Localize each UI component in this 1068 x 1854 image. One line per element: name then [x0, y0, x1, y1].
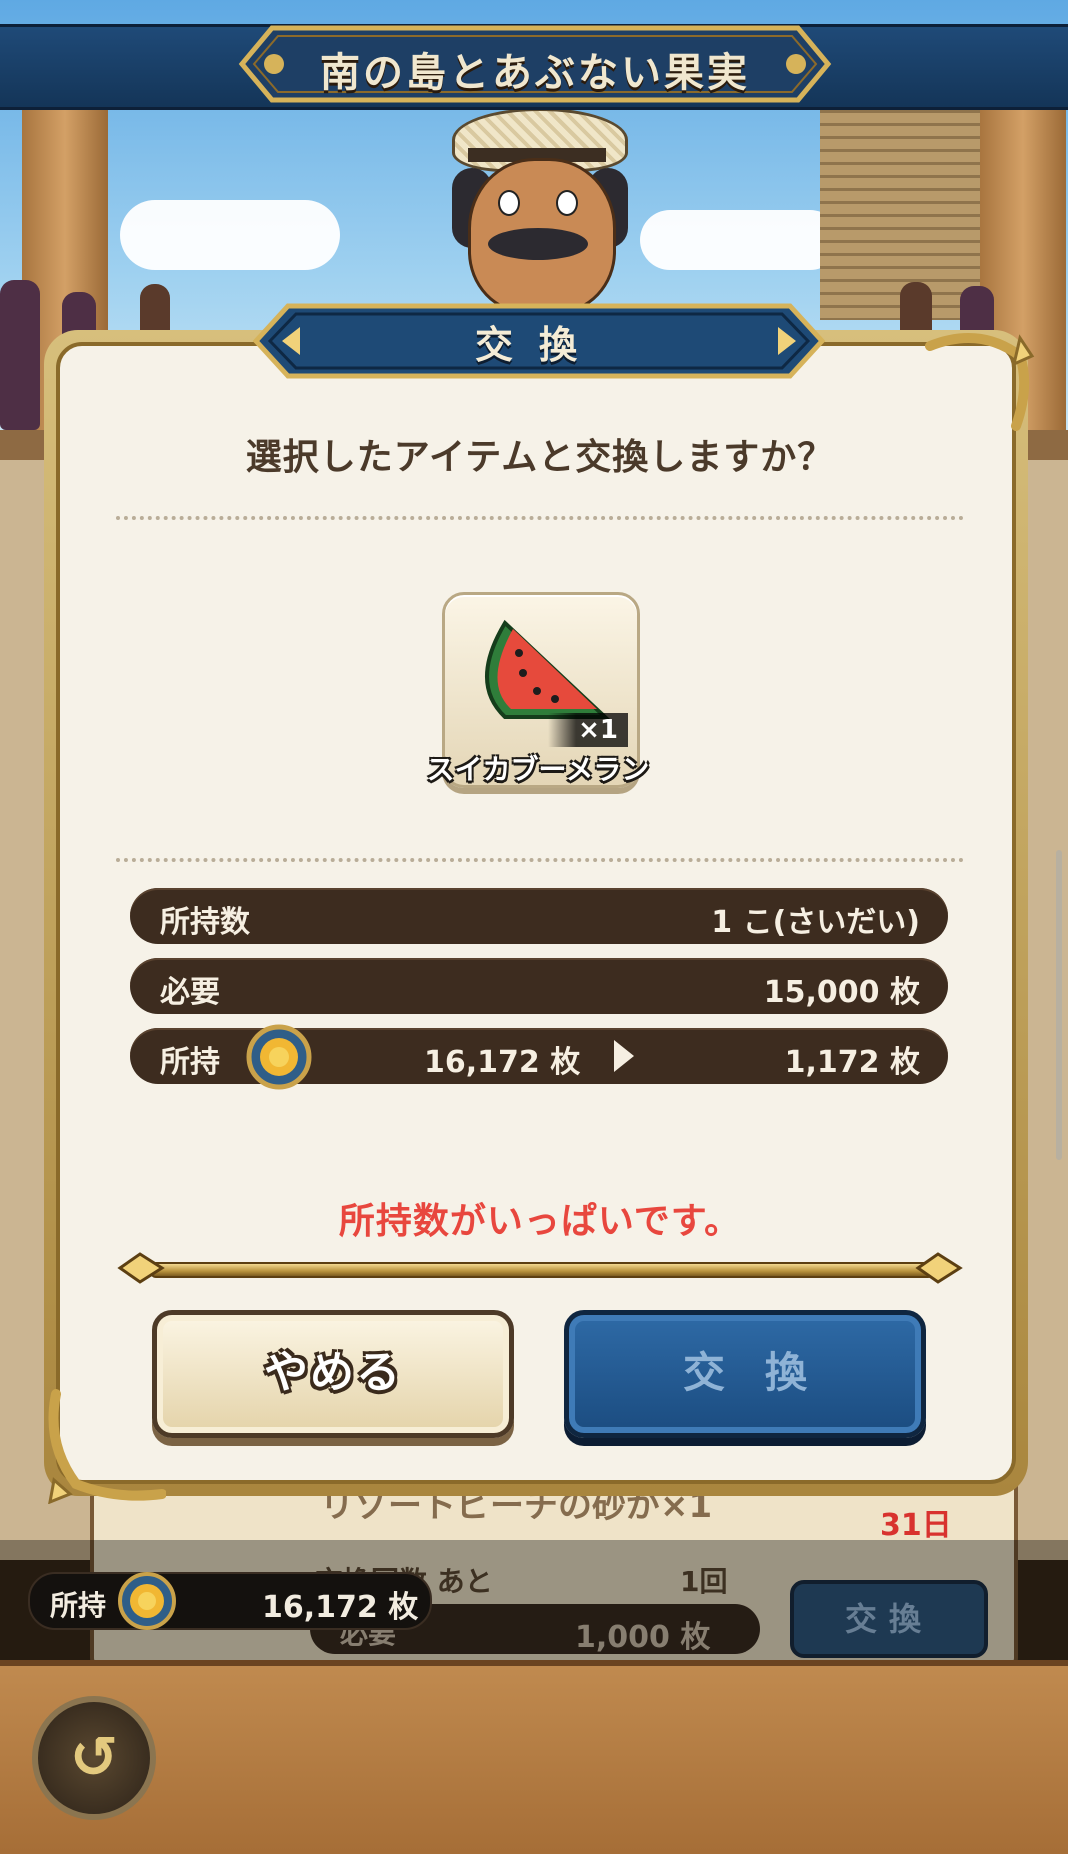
exchange-dialog: 交換 選択したアイテムと交換しますか？ ×1 スイカブーメラン 所持数 1 こ(… [0, 0, 1068, 1854]
warning-message: 所持数がいっぱいです。 [338, 1201, 742, 1242]
dotted-divider [116, 858, 964, 862]
fleur-icon [915, 1252, 963, 1284]
owned-count-label: 所持数 [160, 905, 250, 940]
dotted-divider [116, 516, 964, 520]
owned-count-value: 1 こ(さいだい) [711, 905, 920, 940]
item-quantity: ×1 [548, 713, 628, 747]
fleur-icon [117, 1252, 165, 1284]
owned-currency-before: 16,172 枚 [424, 1045, 581, 1080]
ornate-divider [150, 1262, 934, 1278]
arrow-right-icon [614, 1040, 634, 1072]
cancel-button[interactable]: やめる [152, 1310, 514, 1438]
owned-currency-label: 所持 [160, 1045, 220, 1080]
confirm-prompt: 選択したアイテムと交換しますか？ [245, 437, 835, 478]
owned-currency-after: 1,172 枚 [784, 1045, 920, 1080]
scrollbar[interactable] [1056, 850, 1062, 1160]
exchange-button[interactable]: 交換 [564, 1310, 926, 1438]
required-value: 15,000 枚 [763, 975, 920, 1010]
item-name: スイカブーメラン [426, 753, 650, 786]
sun-medal-icon [246, 1024, 312, 1090]
required-label: 必要 [160, 975, 220, 1010]
dialog-title: 交換 [474, 323, 603, 367]
corner-ornament-icon [48, 1389, 166, 1504]
